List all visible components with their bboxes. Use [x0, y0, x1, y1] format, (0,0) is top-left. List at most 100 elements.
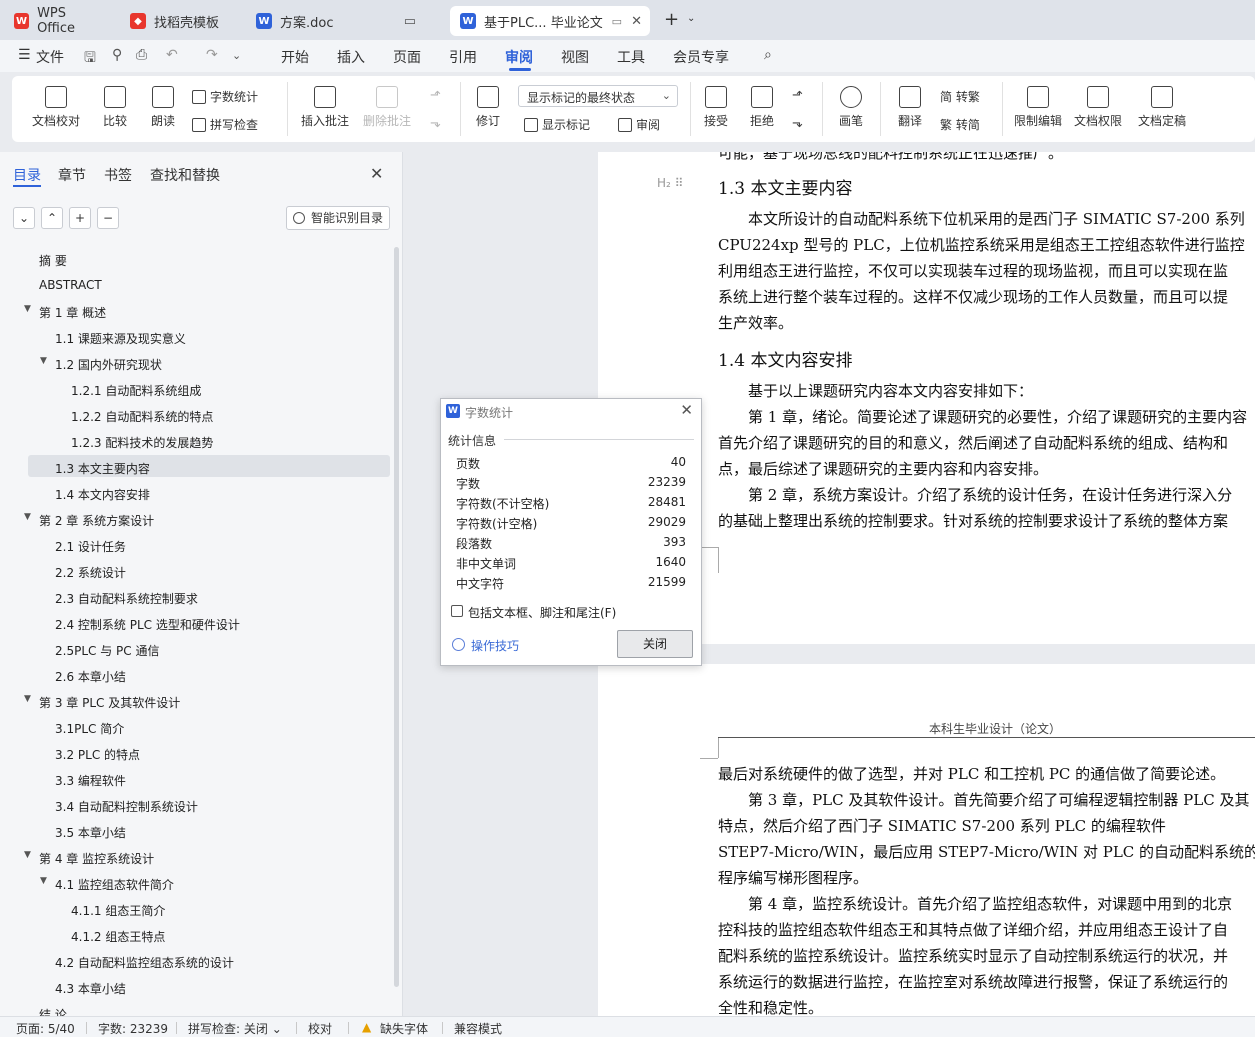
toc-item[interactable]: 1.4 本文内容安排	[55, 486, 150, 503]
toc-item[interactable]: 1.1 课题来源及现实意义	[55, 330, 186, 347]
close-tab-icon[interactable]: ✕	[631, 14, 642, 29]
toc-item[interactable]: 1.2.2 自动配料系统的特点	[71, 408, 213, 425]
new-tab-plus-icon[interactable]: +	[664, 9, 679, 30]
tips-link[interactable]: 操作技巧	[471, 637, 519, 654]
search-icon[interactable]: ⌕	[764, 47, 772, 63]
toc-item[interactable]: ▼ 第 4 章 监控系统设计	[24, 850, 154, 867]
nav-scrollbar[interactable]	[394, 247, 399, 987]
toc-item[interactable]: 4.2 自动配料监控组态系统的设计	[55, 954, 234, 971]
collapse-down-button[interactable]: ⌄	[13, 207, 35, 229]
menu-tools[interactable]: 工具	[617, 47, 645, 67]
hamburger-icon[interactable]: ☰	[18, 47, 31, 63]
previous-comment-icon[interactable]: ⬏	[430, 88, 441, 103]
expand-caret-icon[interactable]: ▼	[24, 304, 31, 314]
to-simplified-button[interactable]: 繁 转简	[940, 116, 980, 133]
toc-item[interactable]: 2.5PLC 与 PC 通信	[55, 642, 159, 659]
toc-item[interactable]: 3.4 自动配料控制系统设计	[55, 798, 198, 815]
nav-tab-find-replace[interactable]: 查找和替换	[150, 165, 220, 185]
toc-item[interactable]: ▼ 1.2 国内外研究现状	[40, 356, 162, 373]
insert-comment-button[interactable]: 插入批注	[300, 86, 350, 129]
chevron-down-icon[interactable]: ⌄	[232, 49, 241, 62]
toc-item[interactable]: 4.1.2 组态王特点	[71, 928, 165, 945]
spell-check-indicator[interactable]: 拼写检查: 关闭 ⌄	[188, 1020, 282, 1037]
print-preview-icon[interactable]: ⎙	[136, 47, 147, 63]
toc-item[interactable]: 2.2 系统设计	[55, 564, 126, 581]
toc-item[interactable]: 2.3 自动配料系统控制要求	[55, 590, 198, 607]
save-icon[interactable]: 🖫	[84, 47, 96, 71]
expand-caret-icon[interactable]: ▼	[24, 694, 31, 704]
doc-finalize-button[interactable]: 文档定稿	[1132, 86, 1192, 129]
proofread-indicator[interactable]: 校对	[308, 1020, 332, 1037]
previous-change-icon[interactable]: ⬏	[792, 88, 803, 103]
page-indicator[interactable]: 页面: 5/40	[16, 1020, 75, 1037]
compare-button[interactable]: 比较	[94, 86, 136, 129]
toc-item[interactable]: ▼ 第 3 章 PLC 及其软件设计	[24, 694, 180, 711]
include-textbox-label[interactable]: 包括文本框、脚注和尾注(F)	[468, 604, 616, 621]
toc-item[interactable]: 摘 要	[39, 252, 67, 269]
add-heading-button[interactable]: +	[69, 207, 91, 229]
expand-caret-icon[interactable]: ▼	[24, 850, 31, 860]
pen-button[interactable]: 画笔	[834, 86, 868, 129]
menu-file[interactable]: 文件	[36, 47, 64, 67]
menu-review[interactable]: 审阅	[505, 47, 533, 67]
translate-button[interactable]: 翻译	[890, 86, 930, 129]
play-circle-icon[interactable]	[452, 638, 465, 651]
toc-item[interactable]: 1.3 本文主要内容	[55, 460, 150, 477]
toc-item[interactable]: 3.5 本章小结	[55, 824, 126, 841]
nav-tab-toc[interactable]: 目录	[13, 165, 41, 185]
menu-references[interactable]: 引用	[449, 47, 477, 67]
toc-item[interactable]: 3.2 PLC 的特点	[55, 746, 140, 763]
to-traditional-button[interactable]: 简 转繁	[940, 88, 980, 105]
expand-caret-icon[interactable]: ▼	[24, 512, 31, 522]
review-pane-button[interactable]: 审阅	[618, 116, 660, 133]
menu-view[interactable]: 视图	[561, 47, 589, 67]
toc-item[interactable]: 4.1.1 组态王简介	[71, 902, 165, 919]
read-aloud-button[interactable]: 朗读	[146, 86, 180, 129]
toc-item[interactable]: 1.2.3 配料技术的发展趋势	[71, 434, 213, 451]
nav-tab-bookmarks[interactable]: 书签	[104, 165, 132, 185]
chevron-down-icon[interactable]: ⌄	[687, 13, 695, 24]
revise-button[interactable]: 修订	[470, 86, 506, 129]
accept-button[interactable]: 接受	[698, 86, 734, 129]
close-button[interactable]: 关闭	[617, 630, 693, 658]
close-icon[interactable]: ✕	[370, 164, 383, 183]
doc-check-button[interactable]: 文档校对	[26, 86, 86, 129]
toc-item[interactable]: 3.1PLC 简介	[55, 720, 124, 737]
include-textbox-checkbox[interactable]	[451, 605, 463, 617]
undo-icon[interactable]: ↶	[166, 47, 178, 63]
next-change-icon[interactable]: ⬎	[792, 116, 803, 131]
expand-caret-icon[interactable]: ▼	[40, 356, 47, 366]
show-markup-button[interactable]: 显示标记	[524, 116, 590, 133]
delete-comment-button[interactable]: 删除批注	[360, 86, 414, 129]
remove-heading-button[interactable]: −	[97, 207, 119, 229]
toc-item[interactable]: 3.3 编程软件	[55, 772, 126, 789]
collapse-up-button[interactable]: ⌃	[41, 207, 63, 229]
tab-wps-office[interactable]: W WPS Office	[4, 6, 114, 36]
share-icon[interactable]: ⚲	[112, 47, 122, 63]
nav-tab-chapters[interactable]: 章节	[58, 165, 86, 185]
menu-member[interactable]: 会员专享	[673, 47, 729, 67]
next-comment-icon[interactable]: ⬎	[430, 116, 441, 131]
tab-docer-templates[interactable]: ◆ 找稻壳模板	[120, 6, 242, 36]
expand-caret-icon[interactable]: ▼	[40, 876, 47, 886]
toc-item[interactable]: ▼ 第 1 章 概述	[24, 304, 106, 321]
smart-toc-button[interactable]: 智能识别目录	[286, 206, 390, 230]
toc-item[interactable]: ▼ 4.1 监控组态软件简介	[40, 876, 174, 893]
spell-check-button[interactable]: 拼写检查	[192, 116, 258, 133]
monitor-icon[interactable]: ▭	[404, 14, 416, 29]
word-count-button[interactable]: 字数统计	[192, 88, 258, 105]
toc-item[interactable]: 1.2.1 自动配料系统组成	[71, 382, 201, 399]
redo-icon[interactable]: ↷	[206, 47, 218, 63]
toc-item[interactable]: 4.3 本章小结	[55, 980, 126, 997]
word-count-indicator[interactable]: 字数: 23239	[98, 1020, 168, 1037]
tab-fangan-doc[interactable]: W 方案.doc ▭	[246, 6, 446, 36]
menu-page[interactable]: 页面	[393, 47, 421, 67]
heading-level-marker[interactable]: H₂ ⠿	[657, 176, 683, 190]
menu-home[interactable]: 开始	[281, 47, 309, 67]
display-mode-select[interactable]: 显示标记的最终状态 ⌄	[518, 85, 678, 107]
missing-font-indicator[interactable]: 缺失字体	[380, 1020, 428, 1037]
restrict-edit-button[interactable]: 限制编辑	[1012, 86, 1064, 129]
doc-permission-button[interactable]: 文档权限	[1072, 86, 1124, 129]
toc-item[interactable]: 2.4 控制系统 PLC 选型和硬件设计	[55, 616, 240, 633]
tab-thesis-doc[interactable]: W 基于PLC... 毕业论文 ▭ ✕	[450, 6, 650, 36]
